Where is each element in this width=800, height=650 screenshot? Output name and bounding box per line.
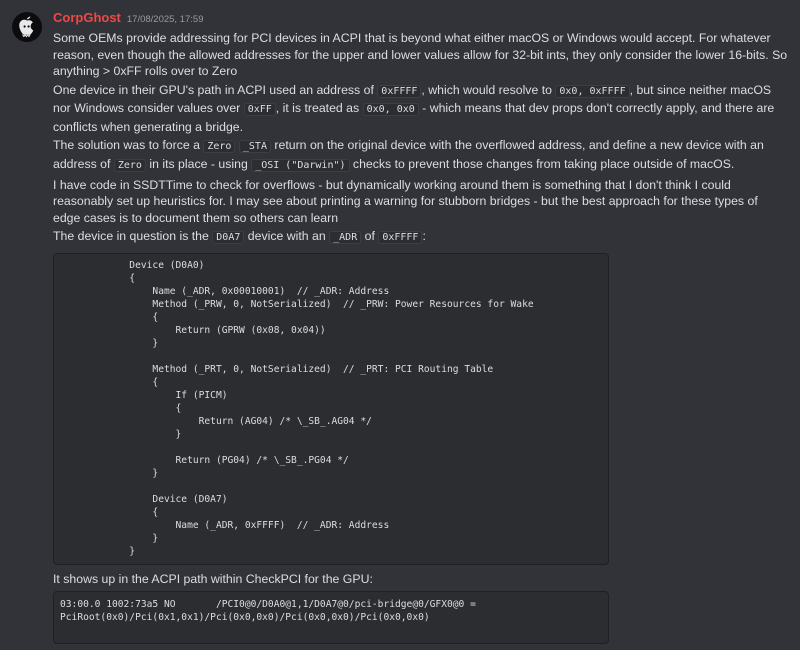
apple-ghost-icon xyxy=(19,16,34,38)
paragraph-4: I have code in SSDTTime to check for ove… xyxy=(53,177,758,225)
inline-code: 0x0, 0xFFFF xyxy=(555,84,630,98)
code-block[interactable]: 03:00.0 1002:73a5 NO /PCI0@0/D0A0@1,1/D0… xyxy=(53,591,609,645)
inline-code: Zero xyxy=(113,158,146,172)
text-span: checks to prevent those changes from tak… xyxy=(349,156,735,171)
inline-code: 0xFFFF xyxy=(378,231,423,245)
message-header: CorpGhost 17/08/2025, 17:59 xyxy=(53,10,788,30)
text-span: in its place - using xyxy=(145,156,252,171)
inline-code: 0x0, 0x0 xyxy=(362,103,419,117)
text-span: device with an xyxy=(244,229,330,244)
code-block[interactable]: Device (D0A0) { Name (_ADR, 0x00010001) … xyxy=(53,252,609,565)
text-span: The device in question is the xyxy=(53,229,213,244)
inline-code: Zero xyxy=(203,140,236,154)
inline-code: D0A7 xyxy=(212,231,245,245)
inline-code: _OSI ("Darwin") xyxy=(251,158,350,172)
paragraph-3: The solution was to force a Zero _STA re… xyxy=(53,137,788,174)
paragraph-2: One device in their GPU's path in ACPI u… xyxy=(53,82,788,136)
inline-code: 0xFF xyxy=(243,103,276,117)
paragraph-6: It shows up in the ACPI path within Chec… xyxy=(53,571,373,586)
text-span: of xyxy=(361,229,379,244)
message: CorpGhost 17/08/2025, 17:59 Some OEMs pr… xyxy=(53,10,788,650)
paragraph-5: The device in question is the D0A7 devic… xyxy=(53,228,788,247)
text-span: One device in their GPU's path in ACPI u… xyxy=(53,82,378,97)
inline-code: _ADR xyxy=(329,231,362,245)
paragraph-1: Some OEMs provide addressing for PCI dev… xyxy=(53,31,788,78)
text-span: : xyxy=(422,229,426,244)
timestamp[interactable]: 17/08/2025, 17:59 xyxy=(127,14,204,25)
text-span: , it is treated as xyxy=(275,101,363,116)
text-span: The solution was to force a xyxy=(53,138,204,153)
avatar[interactable] xyxy=(12,12,42,42)
author-name[interactable]: CorpGhost xyxy=(53,10,121,25)
inline-code: _STA xyxy=(238,140,271,154)
inline-code: 0xFFFF xyxy=(377,84,422,98)
text-span: , which would resolve to xyxy=(421,82,556,97)
